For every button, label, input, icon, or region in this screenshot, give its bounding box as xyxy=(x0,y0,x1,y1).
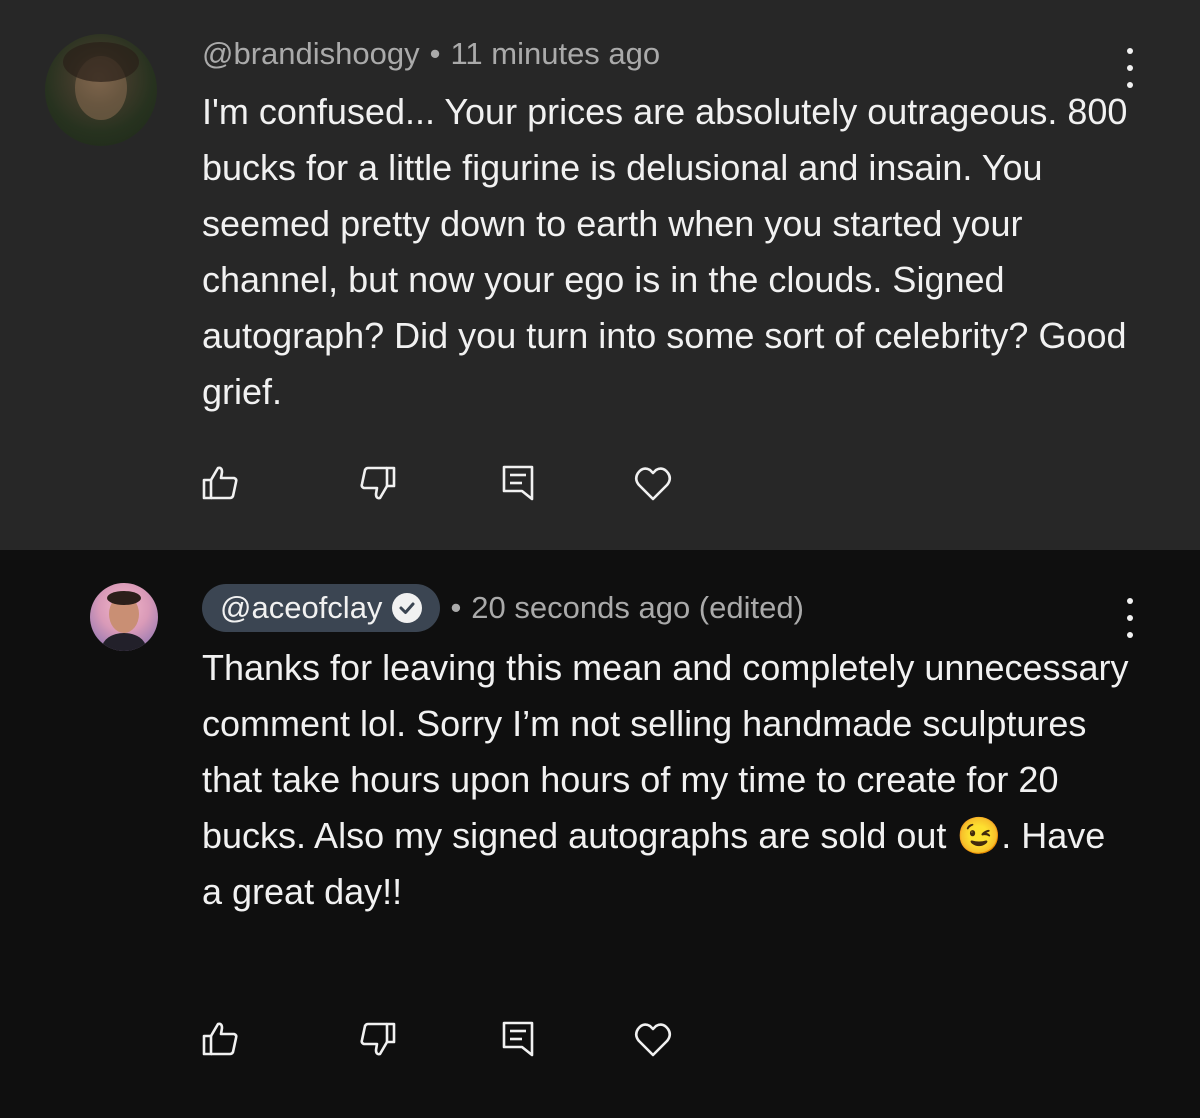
dislike-icon[interactable] xyxy=(358,463,398,503)
more-options-icon[interactable] xyxy=(1118,48,1142,88)
separator-dot: • xyxy=(450,590,462,625)
avatar[interactable] xyxy=(45,34,157,146)
verified-check-icon xyxy=(392,593,423,623)
like-icon[interactable] xyxy=(200,463,240,503)
like-icon[interactable] xyxy=(200,1019,240,1059)
dislike-icon[interactable] xyxy=(358,1019,398,1059)
avatar[interactable] xyxy=(90,583,158,651)
author-name: @aceofclay xyxy=(220,590,383,625)
comment-meta: @aceofclay • 20 seconds ago (edited) xyxy=(202,584,804,632)
comment-meta: @brandishoogy • 11 minutes ago xyxy=(202,36,660,72)
author-name[interactable]: @brandishoogy xyxy=(202,36,420,72)
timestamp: 11 minutes ago xyxy=(450,36,661,71)
heart-icon[interactable] xyxy=(633,463,673,503)
more-options-icon[interactable] xyxy=(1118,598,1142,638)
heart-icon[interactable] xyxy=(633,1019,673,1059)
reply-icon[interactable] xyxy=(498,463,538,503)
comment-text: I'm confused... Your prices are absolute… xyxy=(202,91,1128,412)
wink-emoji: 😉 xyxy=(956,815,1002,856)
channel-owner-badge[interactable]: @aceofclay xyxy=(202,584,441,632)
comment-text: Thanks for leaving this mean and complet… xyxy=(202,640,1132,920)
comment-1: @brandishoogy • 11 minutes ago I'm confu… xyxy=(0,0,1200,550)
reply-icon[interactable] xyxy=(498,1019,538,1059)
timestamp: 20 seconds ago (edited) xyxy=(471,590,804,625)
comment-2: @aceofclay • 20 seconds ago (edited) Tha… xyxy=(0,550,1200,1118)
separator-dot: • xyxy=(429,36,441,71)
